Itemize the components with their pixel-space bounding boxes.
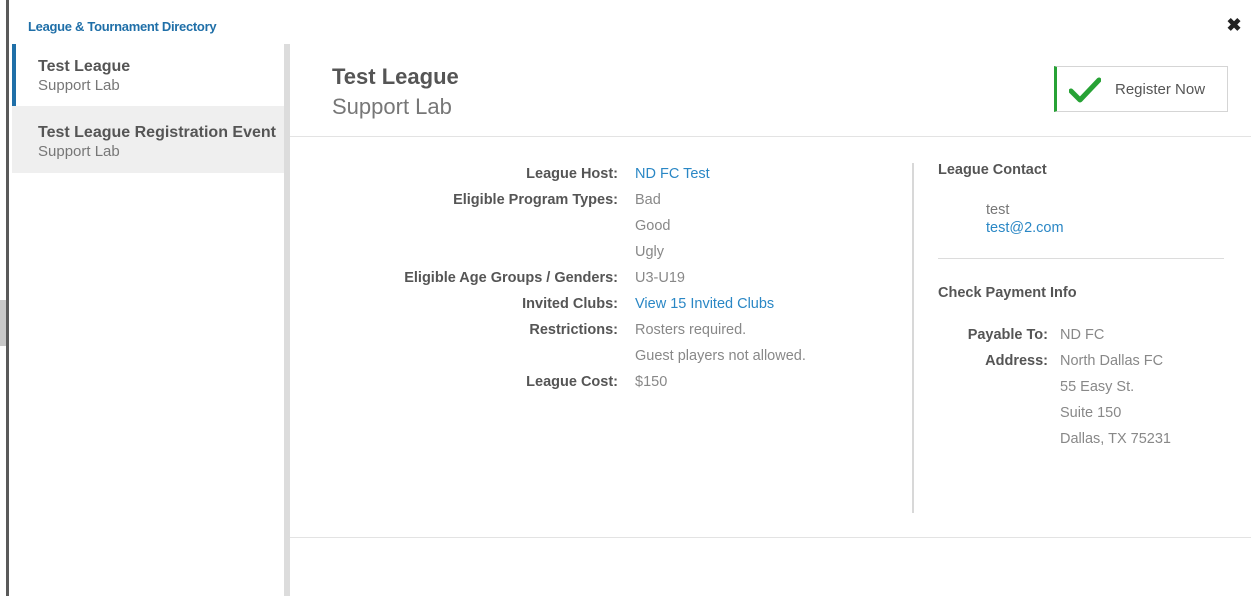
contact-email-link[interactable]: test@2.com: [986, 219, 1224, 237]
league-contact: test test@2.com: [938, 201, 1224, 237]
payment-row-address-cont: Suite 150: [938, 405, 1224, 431]
section-divider: [938, 258, 1224, 259]
page-title: Test League: [332, 64, 459, 89]
detail-row-clubs: Invited Clubs: View 15 Invited Clubs: [290, 292, 910, 318]
league-host-label: League Host:: [526, 166, 618, 182]
view-invited-clubs-link[interactable]: View 15 Invited Clubs: [635, 296, 774, 312]
column-divider: [912, 163, 914, 513]
directory-title: League & Tournament Directory: [28, 19, 217, 34]
address-line: Suite 150: [1060, 405, 1122, 421]
detail-row-ages: Eligible Age Groups / Genders: U3-U19: [290, 266, 910, 292]
program-type-value: Bad: [635, 192, 661, 208]
payment-row-address: Address: North Dallas FC: [938, 353, 1224, 379]
invited-clubs-label: Invited Clubs:: [522, 296, 618, 312]
restriction-value: Rosters required.: [635, 322, 747, 338]
check-payment-heading: Check Payment Info: [938, 285, 1077, 301]
close-icon[interactable]: ✖: [1225, 16, 1243, 34]
detail-row-programs-cont: Ugly: [290, 240, 910, 266]
register-now-label: Register Now: [1115, 81, 1206, 98]
payable-to-value: ND FC: [1060, 327, 1105, 343]
detail-row-programs-cont: Good: [290, 214, 910, 240]
address-label: Address:: [985, 353, 1048, 369]
payable-to-label: Payable To:: [967, 327, 1048, 343]
payment-info: Payable To: ND FC Address: North Dallas …: [938, 327, 1224, 457]
league-sidebar: Test League Support Lab Test League Regi…: [12, 44, 290, 596]
address-line: 55 Easy St.: [1060, 379, 1135, 395]
league-cost-value: $150: [635, 374, 668, 390]
contact-payment-column: League Contact test test@2.com Check Pay…: [938, 162, 1224, 457]
modal-header: League & Tournament Directory ✖: [12, 0, 1251, 44]
payment-row-payable: Payable To: ND FC: [938, 327, 1224, 353]
payment-row-address-cont: 55 Easy St.: [938, 379, 1224, 405]
restrictions-label: Restrictions:: [529, 322, 618, 338]
detail-row-restrictions: Restrictions: Rosters required.: [290, 318, 910, 344]
background-edge: [0, 0, 9, 596]
league-cost-label: League Cost:: [526, 374, 618, 390]
sidebar-item-registration-event[interactable]: Test League Registration Event Support L…: [12, 106, 284, 173]
detail-row-cost: League Cost: $150: [290, 370, 910, 396]
sidebar-item-test-league[interactable]: Test League Support Lab: [12, 44, 284, 106]
modal-left-border: [6, 0, 9, 596]
address-line: Dallas, TX 75231: [1060, 431, 1171, 447]
league-detail-panel: Test League Support Lab Register Now Lea…: [290, 44, 1251, 596]
contact-name: test: [986, 202, 1010, 218]
program-type-value: Good: [635, 218, 671, 234]
register-now-button[interactable]: Register Now: [1054, 66, 1228, 112]
sidebar-item-sub: Support Lab: [38, 143, 120, 160]
league-contact-heading: League Contact: [938, 162, 1047, 178]
restriction-value: Guest players not allowed.: [635, 348, 806, 364]
sidebar-item-sub: Support Lab: [38, 77, 120, 94]
address-line: North Dallas FC: [1060, 353, 1164, 369]
age-groups-value: U3-U19: [635, 270, 685, 286]
detail-row-programs: Eligible Program Types: Bad: [290, 188, 910, 214]
modal: League & Tournament Directory ✖ Test Lea…: [0, 0, 1251, 596]
league-details: League Host: ND FC Test Eligible Program…: [290, 162, 910, 396]
payment-row-address-cont: Dallas, TX 75231: [938, 431, 1224, 457]
program-type-value: Ugly: [635, 244, 665, 260]
detail-row-restrictions-cont: Guest players not allowed.: [290, 344, 910, 370]
checkmark-icon: [1069, 77, 1101, 103]
program-types-label: Eligible Program Types:: [453, 192, 618, 208]
page-subtitle: Support Lab: [332, 94, 452, 119]
content-bottom-divider: [290, 537, 1251, 538]
detail-header: Test League Support Lab Register Now: [290, 44, 1251, 137]
detail-row-host: League Host: ND FC Test: [290, 162, 910, 188]
league-host-link[interactable]: ND FC Test: [635, 166, 710, 182]
sidebar-item-name: Test League Registration Event: [38, 124, 276, 141]
age-groups-label: Eligible Age Groups / Genders:: [404, 270, 618, 286]
sidebar-item-name: Test League: [38, 58, 131, 75]
